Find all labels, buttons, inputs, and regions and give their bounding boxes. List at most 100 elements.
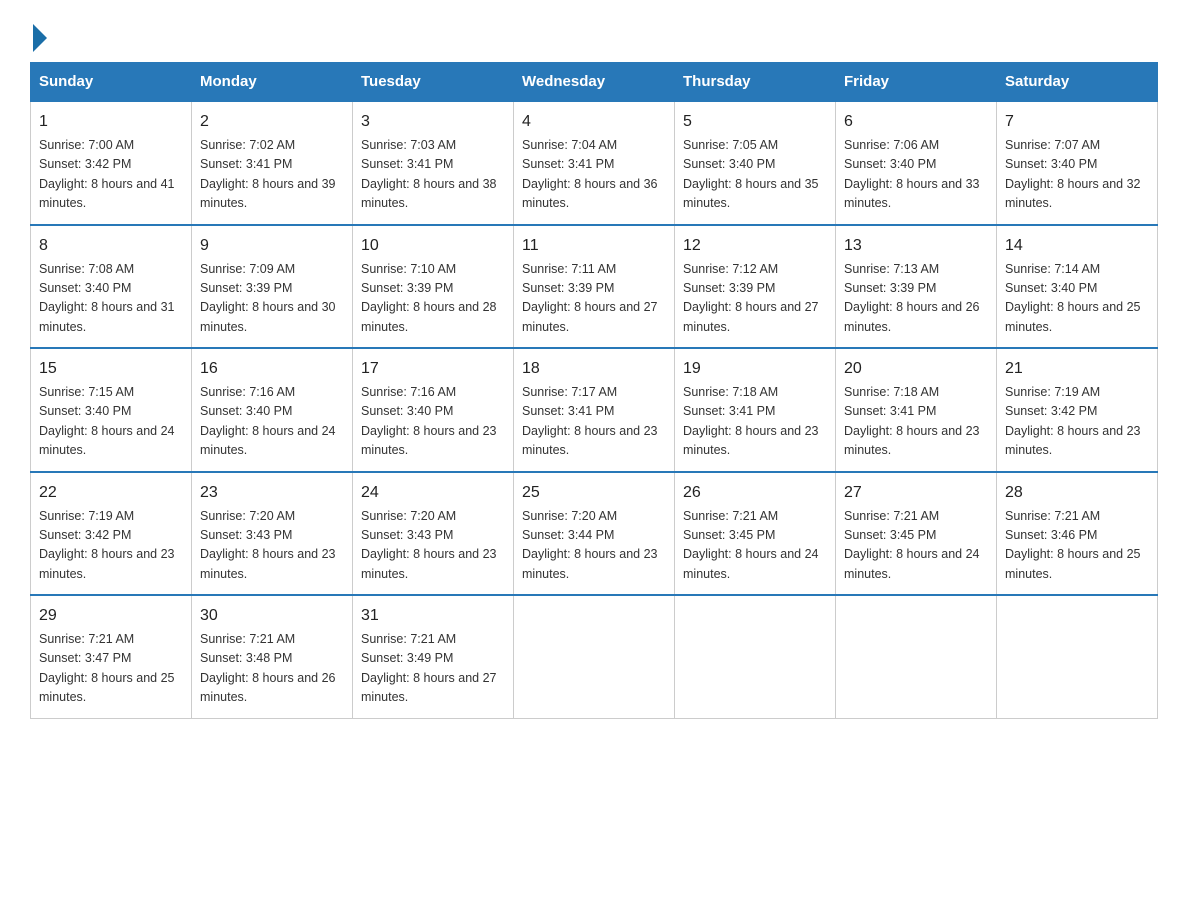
day-number: 16 <box>200 357 344 381</box>
calendar-day-13: 13Sunrise: 7:13 AMSunset: 3:39 PMDayligh… <box>836 225 997 349</box>
day-number: 12 <box>683 234 827 258</box>
day-info: Sunrise: 7:18 AMSunset: 3:41 PMDaylight:… <box>683 383 827 461</box>
day-number: 14 <box>1005 234 1149 258</box>
calendar-day-19: 19Sunrise: 7:18 AMSunset: 3:41 PMDayligh… <box>675 348 836 472</box>
day-number: 30 <box>200 604 344 628</box>
day-info: Sunrise: 7:11 AMSunset: 3:39 PMDaylight:… <box>522 260 666 338</box>
calendar-empty-cell <box>836 595 997 718</box>
day-info: Sunrise: 7:16 AMSunset: 3:40 PMDaylight:… <box>200 383 344 461</box>
calendar-table: SundayMondayTuesdayWednesdayThursdayFrid… <box>30 62 1158 719</box>
day-info: Sunrise: 7:12 AMSunset: 3:39 PMDaylight:… <box>683 260 827 338</box>
calendar-day-10: 10Sunrise: 7:10 AMSunset: 3:39 PMDayligh… <box>353 225 514 349</box>
day-number: 24 <box>361 481 505 505</box>
calendar-day-15: 15Sunrise: 7:15 AMSunset: 3:40 PMDayligh… <box>31 348 192 472</box>
calendar-header-sunday: Sunday <box>31 63 192 102</box>
calendar-day-28: 28Sunrise: 7:21 AMSunset: 3:46 PMDayligh… <box>997 472 1158 596</box>
calendar-header-wednesday: Wednesday <box>514 63 675 102</box>
day-number: 27 <box>844 481 988 505</box>
calendar-day-6: 6Sunrise: 7:06 AMSunset: 3:40 PMDaylight… <box>836 101 997 225</box>
calendar-day-17: 17Sunrise: 7:16 AMSunset: 3:40 PMDayligh… <box>353 348 514 472</box>
day-info: Sunrise: 7:21 AMSunset: 3:47 PMDaylight:… <box>39 630 183 708</box>
calendar-day-29: 29Sunrise: 7:21 AMSunset: 3:47 PMDayligh… <box>31 595 192 718</box>
day-number: 3 <box>361 110 505 134</box>
calendar-day-16: 16Sunrise: 7:16 AMSunset: 3:40 PMDayligh… <box>192 348 353 472</box>
calendar-header-tuesday: Tuesday <box>353 63 514 102</box>
day-info: Sunrise: 7:05 AMSunset: 3:40 PMDaylight:… <box>683 136 827 214</box>
calendar-day-3: 3Sunrise: 7:03 AMSunset: 3:41 PMDaylight… <box>353 101 514 225</box>
day-info: Sunrise: 7:09 AMSunset: 3:39 PMDaylight:… <box>200 260 344 338</box>
calendar-day-21: 21Sunrise: 7:19 AMSunset: 3:42 PMDayligh… <box>997 348 1158 472</box>
calendar-day-22: 22Sunrise: 7:19 AMSunset: 3:42 PMDayligh… <box>31 472 192 596</box>
calendar-header-friday: Friday <box>836 63 997 102</box>
day-number: 26 <box>683 481 827 505</box>
page-header <box>30 20 1158 52</box>
day-number: 9 <box>200 234 344 258</box>
day-info: Sunrise: 7:18 AMSunset: 3:41 PMDaylight:… <box>844 383 988 461</box>
day-number: 22 <box>39 481 183 505</box>
logo-arrow-icon <box>33 24 47 52</box>
day-info: Sunrise: 7:04 AMSunset: 3:41 PMDaylight:… <box>522 136 666 214</box>
calendar-day-14: 14Sunrise: 7:14 AMSunset: 3:40 PMDayligh… <box>997 225 1158 349</box>
calendar-day-23: 23Sunrise: 7:20 AMSunset: 3:43 PMDayligh… <box>192 472 353 596</box>
day-info: Sunrise: 7:21 AMSunset: 3:45 PMDaylight:… <box>844 507 988 585</box>
calendar-day-11: 11Sunrise: 7:11 AMSunset: 3:39 PMDayligh… <box>514 225 675 349</box>
day-number: 13 <box>844 234 988 258</box>
day-info: Sunrise: 7:07 AMSunset: 3:40 PMDaylight:… <box>1005 136 1149 214</box>
day-info: Sunrise: 7:21 AMSunset: 3:46 PMDaylight:… <box>1005 507 1149 585</box>
calendar-day-24: 24Sunrise: 7:20 AMSunset: 3:43 PMDayligh… <box>353 472 514 596</box>
calendar-week-row-1: 1Sunrise: 7:00 AMSunset: 3:42 PMDaylight… <box>31 101 1158 225</box>
day-info: Sunrise: 7:21 AMSunset: 3:48 PMDaylight:… <box>200 630 344 708</box>
calendar-header-saturday: Saturday <box>997 63 1158 102</box>
day-info: Sunrise: 7:19 AMSunset: 3:42 PMDaylight:… <box>1005 383 1149 461</box>
calendar-empty-cell <box>675 595 836 718</box>
calendar-day-25: 25Sunrise: 7:20 AMSunset: 3:44 PMDayligh… <box>514 472 675 596</box>
calendar-week-row-5: 29Sunrise: 7:21 AMSunset: 3:47 PMDayligh… <box>31 595 1158 718</box>
day-info: Sunrise: 7:03 AMSunset: 3:41 PMDaylight:… <box>361 136 505 214</box>
day-number: 31 <box>361 604 505 628</box>
calendar-empty-cell <box>997 595 1158 718</box>
day-number: 2 <box>200 110 344 134</box>
calendar-week-row-3: 15Sunrise: 7:15 AMSunset: 3:40 PMDayligh… <box>31 348 1158 472</box>
day-info: Sunrise: 7:02 AMSunset: 3:41 PMDaylight:… <box>200 136 344 214</box>
calendar-week-row-2: 8Sunrise: 7:08 AMSunset: 3:40 PMDaylight… <box>31 225 1158 349</box>
day-number: 15 <box>39 357 183 381</box>
calendar-day-8: 8Sunrise: 7:08 AMSunset: 3:40 PMDaylight… <box>31 225 192 349</box>
calendar-header-monday: Monday <box>192 63 353 102</box>
day-number: 7 <box>1005 110 1149 134</box>
calendar-day-5: 5Sunrise: 7:05 AMSunset: 3:40 PMDaylight… <box>675 101 836 225</box>
calendar-day-18: 18Sunrise: 7:17 AMSunset: 3:41 PMDayligh… <box>514 348 675 472</box>
calendar-day-2: 2Sunrise: 7:02 AMSunset: 3:41 PMDaylight… <box>192 101 353 225</box>
calendar-day-20: 20Sunrise: 7:18 AMSunset: 3:41 PMDayligh… <box>836 348 997 472</box>
day-info: Sunrise: 7:00 AMSunset: 3:42 PMDaylight:… <box>39 136 183 214</box>
day-info: Sunrise: 7:16 AMSunset: 3:40 PMDaylight:… <box>361 383 505 461</box>
day-number: 25 <box>522 481 666 505</box>
day-info: Sunrise: 7:15 AMSunset: 3:40 PMDaylight:… <box>39 383 183 461</box>
calendar-day-1: 1Sunrise: 7:00 AMSunset: 3:42 PMDaylight… <box>31 101 192 225</box>
day-info: Sunrise: 7:20 AMSunset: 3:43 PMDaylight:… <box>200 507 344 585</box>
day-info: Sunrise: 7:19 AMSunset: 3:42 PMDaylight:… <box>39 507 183 585</box>
calendar-day-31: 31Sunrise: 7:21 AMSunset: 3:49 PMDayligh… <box>353 595 514 718</box>
calendar-header-thursday: Thursday <box>675 63 836 102</box>
day-info: Sunrise: 7:20 AMSunset: 3:43 PMDaylight:… <box>361 507 505 585</box>
day-info: Sunrise: 7:21 AMSunset: 3:49 PMDaylight:… <box>361 630 505 708</box>
calendar-header-row: SundayMondayTuesdayWednesdayThursdayFrid… <box>31 63 1158 102</box>
day-info: Sunrise: 7:08 AMSunset: 3:40 PMDaylight:… <box>39 260 183 338</box>
day-info: Sunrise: 7:06 AMSunset: 3:40 PMDaylight:… <box>844 136 988 214</box>
day-number: 28 <box>1005 481 1149 505</box>
day-number: 4 <box>522 110 666 134</box>
day-number: 8 <box>39 234 183 258</box>
day-number: 10 <box>361 234 505 258</box>
calendar-week-row-4: 22Sunrise: 7:19 AMSunset: 3:42 PMDayligh… <box>31 472 1158 596</box>
logo <box>30 20 47 52</box>
calendar-day-26: 26Sunrise: 7:21 AMSunset: 3:45 PMDayligh… <box>675 472 836 596</box>
calendar-day-9: 9Sunrise: 7:09 AMSunset: 3:39 PMDaylight… <box>192 225 353 349</box>
day-number: 6 <box>844 110 988 134</box>
day-number: 23 <box>200 481 344 505</box>
day-info: Sunrise: 7:14 AMSunset: 3:40 PMDaylight:… <box>1005 260 1149 338</box>
day-info: Sunrise: 7:13 AMSunset: 3:39 PMDaylight:… <box>844 260 988 338</box>
day-info: Sunrise: 7:10 AMSunset: 3:39 PMDaylight:… <box>361 260 505 338</box>
calendar-day-27: 27Sunrise: 7:21 AMSunset: 3:45 PMDayligh… <box>836 472 997 596</box>
day-number: 17 <box>361 357 505 381</box>
calendar-day-30: 30Sunrise: 7:21 AMSunset: 3:48 PMDayligh… <box>192 595 353 718</box>
calendar-day-7: 7Sunrise: 7:07 AMSunset: 3:40 PMDaylight… <box>997 101 1158 225</box>
